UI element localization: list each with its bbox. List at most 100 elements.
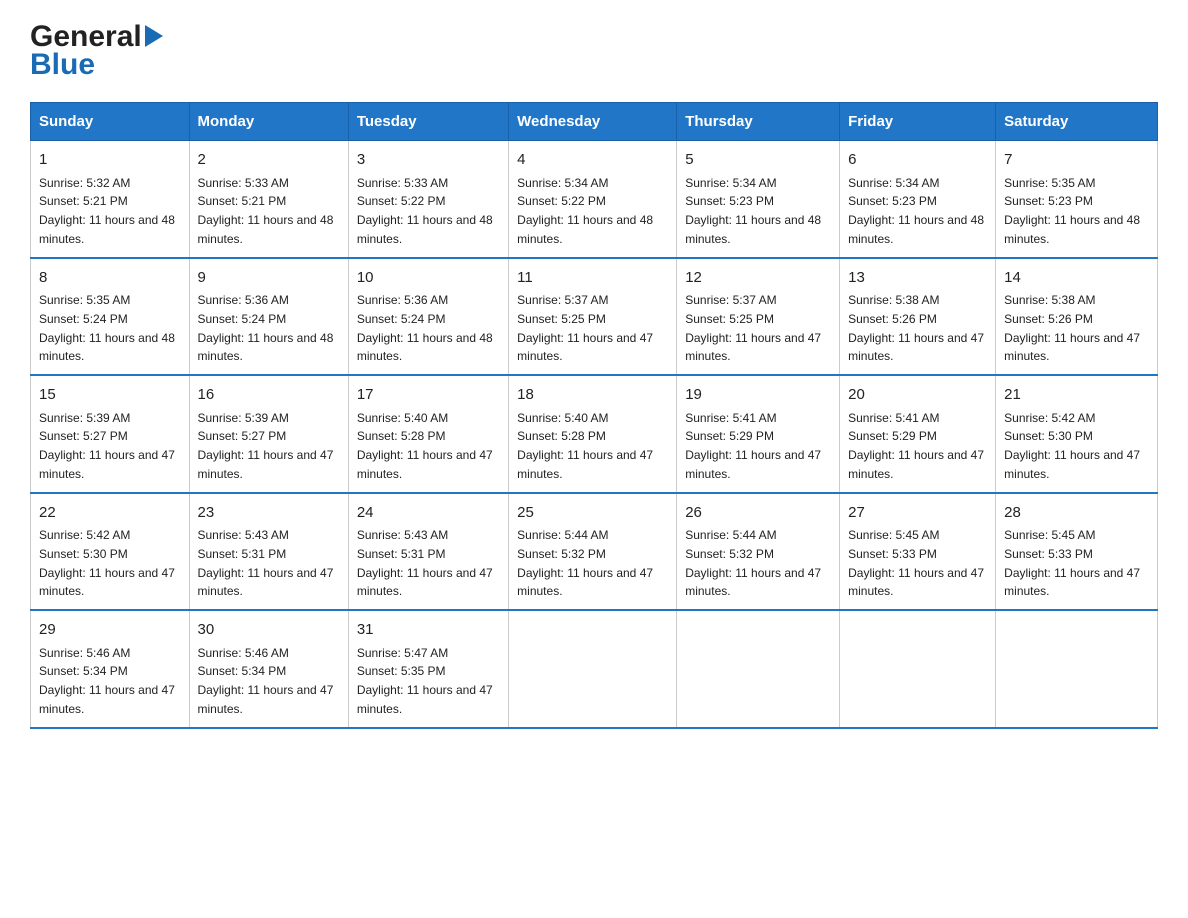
day-info: Sunrise: 5:34 AMSunset: 5:23 PMDaylight:… (685, 176, 821, 246)
calendar-cell: 4 Sunrise: 5:34 AMSunset: 5:22 PMDaylight… (509, 141, 677, 258)
calendar-header: SundayMondayTuesdayWednesdayThursdayFrid… (31, 103, 1158, 141)
day-number: 1 (39, 149, 181, 172)
day-info: Sunrise: 5:38 AMSunset: 5:26 PMDaylight:… (848, 293, 984, 363)
day-number: 23 (198, 502, 340, 525)
calendar-cell: 8 Sunrise: 5:35 AMSunset: 5:24 PMDaylight… (31, 258, 190, 376)
calendar-cell: 24 Sunrise: 5:43 AMSunset: 5:31 PMDayligh… (348, 493, 508, 611)
day-info: Sunrise: 5:41 AMSunset: 5:29 PMDaylight:… (685, 411, 821, 481)
day-number: 13 (848, 267, 987, 290)
calendar-cell: 11 Sunrise: 5:37 AMSunset: 5:25 PMDayligh… (509, 258, 677, 376)
day-info: Sunrise: 5:45 AMSunset: 5:33 PMDaylight:… (848, 528, 984, 598)
calendar-cell: 6 Sunrise: 5:34 AMSunset: 5:23 PMDaylight… (840, 141, 996, 258)
day-info: Sunrise: 5:45 AMSunset: 5:33 PMDaylight:… (1004, 528, 1140, 598)
day-info: Sunrise: 5:44 AMSunset: 5:32 PMDaylight:… (517, 528, 653, 598)
day-number: 5 (685, 149, 831, 172)
calendar-cell: 14 Sunrise: 5:38 AMSunset: 5:26 PMDayligh… (996, 258, 1158, 376)
day-number: 19 (685, 384, 831, 407)
day-info: Sunrise: 5:33 AMSunset: 5:22 PMDaylight:… (357, 176, 493, 246)
day-info: Sunrise: 5:46 AMSunset: 5:34 PMDaylight:… (39, 646, 175, 716)
calendar-cell (996, 610, 1158, 728)
day-number: 17 (357, 384, 500, 407)
day-number: 21 (1004, 384, 1149, 407)
calendar-cell: 9 Sunrise: 5:36 AMSunset: 5:24 PMDaylight… (189, 258, 348, 376)
day-number: 16 (198, 384, 340, 407)
day-number: 11 (517, 267, 668, 290)
day-info: Sunrise: 5:47 AMSunset: 5:35 PMDaylight:… (357, 646, 493, 716)
day-info: Sunrise: 5:33 AMSunset: 5:21 PMDaylight:… (198, 176, 334, 246)
calendar-cell: 21 Sunrise: 5:42 AMSunset: 5:30 PMDayligh… (996, 375, 1158, 493)
day-number: 30 (198, 619, 340, 642)
day-info: Sunrise: 5:42 AMSunset: 5:30 PMDaylight:… (1004, 411, 1140, 481)
day-number: 6 (848, 149, 987, 172)
day-number: 26 (685, 502, 831, 525)
day-number: 28 (1004, 502, 1149, 525)
day-info: Sunrise: 5:42 AMSunset: 5:30 PMDaylight:… (39, 528, 175, 598)
day-info: Sunrise: 5:37 AMSunset: 5:25 PMDaylight:… (685, 293, 821, 363)
calendar-cell: 26 Sunrise: 5:44 AMSunset: 5:32 PMDayligh… (677, 493, 840, 611)
day-info: Sunrise: 5:35 AMSunset: 5:23 PMDaylight:… (1004, 176, 1140, 246)
day-info: Sunrise: 5:38 AMSunset: 5:26 PMDaylight:… (1004, 293, 1140, 363)
column-header-monday: Monday (189, 103, 348, 141)
day-number: 27 (848, 502, 987, 525)
calendar-cell: 18Sunrise: 5:40 AMSunset: 5:28 PMDayligh… (509, 375, 677, 493)
day-info: Sunrise: 5:35 AMSunset: 5:24 PMDaylight:… (39, 293, 175, 363)
day-info: Sunrise: 5:41 AMSunset: 5:29 PMDaylight:… (848, 411, 984, 481)
day-info: Sunrise: 5:39 AMSunset: 5:27 PMDaylight:… (39, 411, 175, 481)
calendar-cell: 25 Sunrise: 5:44 AMSunset: 5:32 PMDayligh… (509, 493, 677, 611)
day-info: Sunrise: 5:40 AMSunset: 5:28 PMDaylight:… (357, 411, 493, 481)
day-number: 24 (357, 502, 500, 525)
day-number: 20 (848, 384, 987, 407)
day-info: Sunrise: 5:37 AMSunset: 5:25 PMDaylight:… (517, 293, 653, 363)
column-header-tuesday: Tuesday (348, 103, 508, 141)
column-header-wednesday: Wednesday (509, 103, 677, 141)
day-number: 14 (1004, 267, 1149, 290)
calendar-cell: 28 Sunrise: 5:45 AMSunset: 5:33 PMDayligh… (996, 493, 1158, 611)
calendar-cell: 20 Sunrise: 5:41 AMSunset: 5:29 PMDayligh… (840, 375, 996, 493)
calendar-cell: 16 Sunrise: 5:39 AMSunset: 5:27 PMDayligh… (189, 375, 348, 493)
day-number: 25 (517, 502, 668, 525)
day-number: 4 (517, 149, 668, 172)
day-number: 15 (39, 384, 181, 407)
page-header: General Blue (30, 20, 1158, 82)
column-header-sunday: Sunday (31, 103, 190, 141)
calendar-cell (677, 610, 840, 728)
day-number: 7 (1004, 149, 1149, 172)
calendar-cell: 29Sunrise: 5:46 AMSunset: 5:34 PMDayligh… (31, 610, 190, 728)
calendar-cell: 10Sunrise: 5:36 AMSunset: 5:24 PMDayligh… (348, 258, 508, 376)
day-info: Sunrise: 5:36 AMSunset: 5:24 PMDaylight:… (198, 293, 334, 363)
calendar-cell: 23 Sunrise: 5:43 AMSunset: 5:31 PMDayligh… (189, 493, 348, 611)
calendar-cell: 15 Sunrise: 5:39 AMSunset: 5:27 PMDayligh… (31, 375, 190, 493)
calendar-cell: 13 Sunrise: 5:38 AMSunset: 5:26 PMDayligh… (840, 258, 996, 376)
logo-arrow-icon (145, 25, 163, 52)
day-number: 22 (39, 502, 181, 525)
day-info: Sunrise: 5:39 AMSunset: 5:27 PMDaylight:… (198, 411, 334, 481)
day-info: Sunrise: 5:43 AMSunset: 5:31 PMDaylight:… (198, 528, 334, 598)
calendar-cell: 7 Sunrise: 5:35 AMSunset: 5:23 PMDaylight… (996, 141, 1158, 258)
calendar-cell: 17 Sunrise: 5:40 AMSunset: 5:28 PMDayligh… (348, 375, 508, 493)
header-row: SundayMondayTuesdayWednesdayThursdayFrid… (31, 103, 1158, 141)
day-info: Sunrise: 5:44 AMSunset: 5:32 PMDaylight:… (685, 528, 821, 598)
calendar-cell: 12 Sunrise: 5:37 AMSunset: 5:25 PMDayligh… (677, 258, 840, 376)
day-info: Sunrise: 5:32 AMSunset: 5:21 PMDaylight:… (39, 176, 175, 246)
calendar-cell (509, 610, 677, 728)
day-number: 12 (685, 267, 831, 290)
logo: General Blue (30, 20, 163, 82)
calendar-cell: 31 Sunrise: 5:47 AMSunset: 5:35 PMDayligh… (348, 610, 508, 728)
calendar-week-2: 8 Sunrise: 5:35 AMSunset: 5:24 PMDaylight… (31, 258, 1158, 376)
calendar-cell: 1 Sunrise: 5:32 AMSunset: 5:21 PMDaylight… (31, 141, 190, 258)
calendar-cell: 5 Sunrise: 5:34 AMSunset: 5:23 PMDaylight… (677, 141, 840, 258)
day-number: 31 (357, 619, 500, 642)
day-info: Sunrise: 5:40 AMSunset: 5:28 PMDaylight:… (517, 411, 653, 481)
calendar-cell: 2Sunrise: 5:33 AMSunset: 5:21 PMDaylight… (189, 141, 348, 258)
day-number: 8 (39, 267, 181, 290)
day-info: Sunrise: 5:34 AMSunset: 5:22 PMDaylight:… (517, 176, 653, 246)
calendar-cell: 19 Sunrise: 5:41 AMSunset: 5:29 PMDayligh… (677, 375, 840, 493)
calendar-table: SundayMondayTuesdayWednesdayThursdayFrid… (30, 102, 1158, 729)
day-info: Sunrise: 5:43 AMSunset: 5:31 PMDaylight:… (357, 528, 493, 598)
day-number: 9 (198, 267, 340, 290)
calendar-cell: 3Sunrise: 5:33 AMSunset: 5:22 PMDaylight… (348, 141, 508, 258)
calendar-cell (840, 610, 996, 728)
day-info: Sunrise: 5:46 AMSunset: 5:34 PMDaylight:… (198, 646, 334, 716)
day-info: Sunrise: 5:34 AMSunset: 5:23 PMDaylight:… (848, 176, 984, 246)
calendar-week-3: 15 Sunrise: 5:39 AMSunset: 5:27 PMDayligh… (31, 375, 1158, 493)
